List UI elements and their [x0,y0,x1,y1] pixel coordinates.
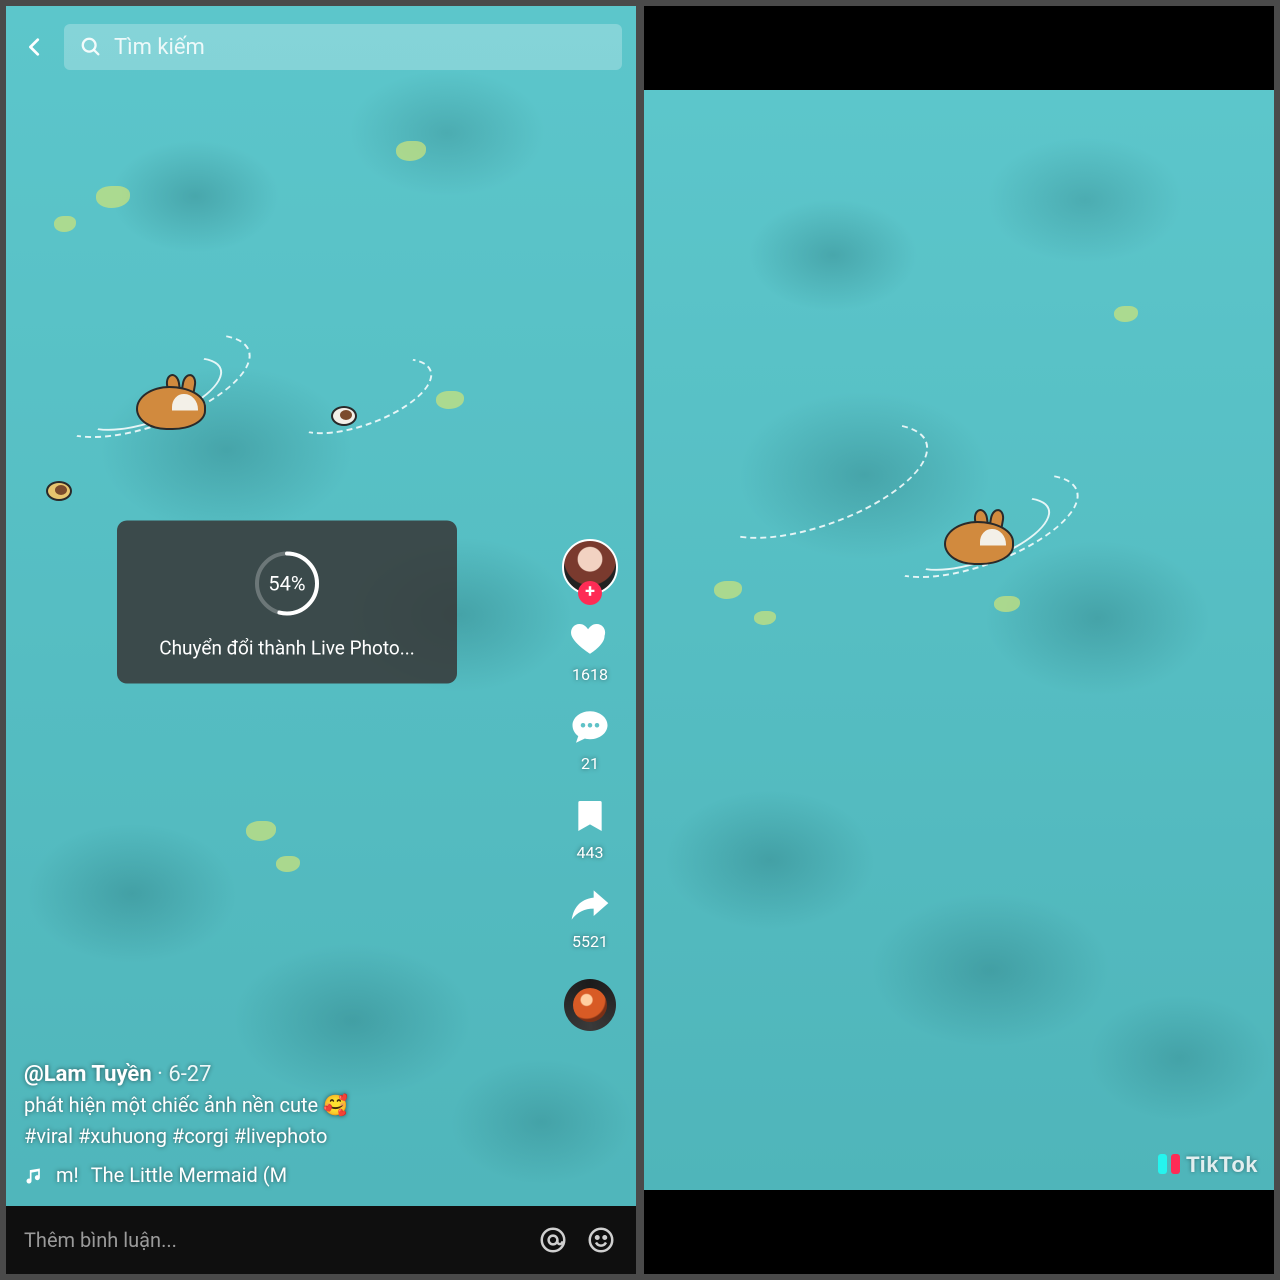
post-caption: phát hiện một chiếc ảnh nền cute 🥰 [24,1091,526,1120]
action-rail: + 1618 21 443 5521 [558,539,622,1031]
bookmark-icon [567,793,613,839]
save-count: 443 [577,843,604,862]
search-input[interactable]: Tìm kiếm [64,24,622,70]
back-button[interactable] [20,32,50,62]
sound-cover [573,988,607,1022]
share-count: 5521 [572,932,608,951]
comment-placeholder: Thêm bình luận... [24,1228,177,1252]
sound-disc[interactable] [564,979,616,1031]
search-placeholder: Tìm kiếm [114,35,205,60]
smile-icon [586,1225,616,1255]
wallpaper-preview: TikTok [644,6,1274,1274]
author-username[interactable]: @Lam Tuyền [24,1062,152,1087]
tiktok-logo-icon [1158,1154,1180,1176]
corgi-illustration [944,521,1014,565]
wallpaper-image [644,90,1274,1190]
letterbox-bottom [644,1190,1274,1274]
mention-button[interactable] [536,1223,570,1257]
sound-link[interactable]: m! The Little Mermaid (M [24,1161,526,1190]
comment-icon [567,704,613,750]
progress-percent: 54% [268,571,305,595]
like-button[interactable]: 1618 [567,615,613,684]
comment-bar: Thêm bình luận... [6,1206,636,1274]
post-date: 6-27 [168,1062,211,1087]
comment-input[interactable]: Thêm bình luận... [24,1228,522,1252]
tiktok-watermark: TikTok [1158,1152,1258,1178]
corgi-illustration [136,386,206,430]
save-button[interactable]: 443 [567,793,613,862]
conversion-toast: 54% Chuyển đổi thành Live Photo... [117,520,457,683]
share-button[interactable]: 5521 [567,882,613,951]
letterbox-top [644,6,1274,90]
at-icon [538,1225,568,1255]
post-meta: @Lam Tuyền · 6-27 phát hiện một chiếc ản… [24,1059,526,1190]
heart-icon [567,615,613,661]
music-note-icon [24,1166,44,1186]
search-icon [80,36,102,58]
like-count: 1618 [572,665,608,684]
comment-button[interactable]: 21 [567,704,613,773]
emoji-button[interactable] [584,1223,618,1257]
progress-spinner: 54% [252,548,322,618]
sound-title: The Little Mermaid (M [91,1161,287,1190]
follow-button[interactable]: + [578,581,602,605]
tiktok-video-screen: Tìm kiếm 54% Chuyển đổi thành Live Photo… [6,6,636,1274]
author-avatar[interactable]: + [562,539,618,595]
dog-illustration [46,481,72,501]
comment-count: 21 [581,754,599,773]
dog-illustration [331,406,357,426]
post-hashtags[interactable]: #viral #xuhuong #corgi #livephoto [24,1122,526,1151]
share-icon [567,882,613,928]
toast-label: Chuyển đổi thành Live Photo... [159,636,415,659]
